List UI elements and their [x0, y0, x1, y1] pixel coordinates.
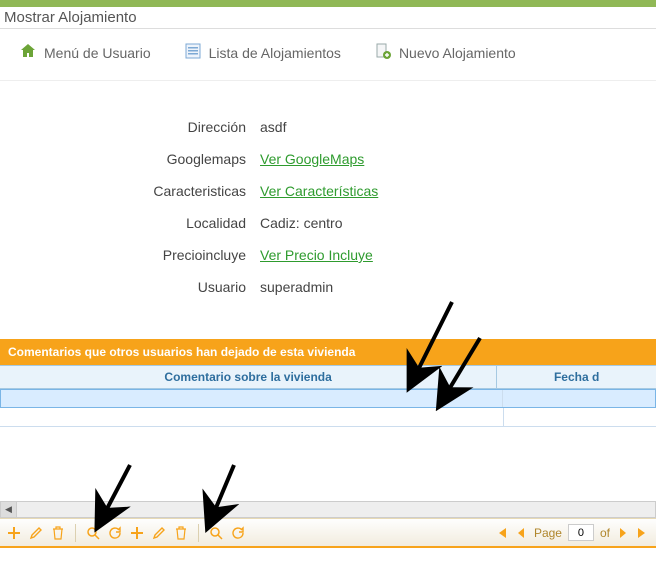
list-icon: [185, 43, 201, 62]
menu-user[interactable]: Menú de Usuario: [20, 43, 151, 62]
localidad-value: Cadiz: centro: [260, 215, 342, 231]
googlemaps-label: Googlemaps: [0, 151, 260, 167]
menu-new-label: Nuevo Alojamiento: [399, 45, 516, 61]
direccion-value: asdf: [260, 119, 286, 135]
scroll-left-arrow-icon[interactable]: ◀: [1, 502, 17, 517]
caracteristicas-label: Caracteristicas: [0, 183, 260, 199]
pager-page-label: Page: [534, 526, 562, 540]
pager-of-label: of: [600, 526, 610, 540]
menu-user-label: Menú de Usuario: [44, 45, 151, 61]
grid-row[interactable]: [0, 408, 656, 427]
delete-button-2[interactable]: [173, 525, 189, 541]
menu-list[interactable]: Lista de Alojamientos: [185, 43, 341, 62]
pager: Page of: [494, 524, 650, 541]
usuario-label: Usuario: [0, 279, 260, 295]
home-icon: [20, 43, 36, 62]
toolbar-separator: [198, 524, 199, 542]
grid-toolbar: Page of: [0, 518, 656, 546]
grid-cell-comment: [1, 390, 503, 407]
refresh-button-2[interactable]: [230, 525, 246, 541]
menu-new[interactable]: Nuevo Alojamiento: [375, 43, 516, 62]
delete-button[interactable]: [50, 525, 66, 541]
pager-next-icon[interactable]: [616, 526, 630, 540]
grid-row[interactable]: [0, 389, 656, 408]
googlemaps-link[interactable]: Ver GoogleMaps: [260, 151, 364, 167]
usuario-value: superadmin: [260, 279, 333, 295]
precioincluye-label: Precioincluye: [0, 247, 260, 263]
pager-last-icon[interactable]: [636, 526, 650, 540]
horizontal-scrollbar[interactable]: ◀: [0, 501, 656, 518]
bottom-accent: [0, 546, 656, 548]
refresh-button[interactable]: [107, 525, 123, 541]
search-button-2[interactable]: [208, 525, 224, 541]
grid-header-date[interactable]: Fecha d: [497, 366, 656, 388]
details-panel: Dirección asdf Googlemaps Ver GoogleMaps…: [0, 81, 656, 333]
page-title: Mostrar Alojamiento: [0, 7, 656, 29]
toolbar-separator: [75, 524, 76, 542]
grid-title: Comentarios que otros usuarios han dejad…: [0, 339, 656, 365]
pager-first-icon[interactable]: [494, 526, 508, 540]
caracteristicas-link[interactable]: Ver Características: [260, 183, 378, 199]
grid-cell-date: [504, 408, 656, 426]
document-plus-icon: [375, 43, 391, 62]
edit-button-2[interactable]: [151, 525, 167, 541]
pager-prev-icon[interactable]: [514, 526, 528, 540]
top-accent-bar: [0, 0, 656, 7]
localidad-label: Localidad: [0, 215, 260, 231]
search-button[interactable]: [85, 525, 101, 541]
menu-bar: Menú de Usuario Lista de Alojamientos Nu…: [0, 29, 656, 81]
add-button-2[interactable]: [129, 525, 145, 541]
edit-button[interactable]: [28, 525, 44, 541]
add-button[interactable]: [6, 525, 22, 541]
precioincluye-link[interactable]: Ver Precio Incluye: [260, 247, 373, 263]
grid-cell-date: [503, 390, 655, 407]
grid-cell-comment: [0, 408, 504, 426]
grid-body: [0, 389, 656, 427]
grid-header-comment[interactable]: Comentario sobre la vivienda: [0, 366, 497, 388]
grid-header: Comentario sobre la vivienda Fecha d: [0, 365, 656, 389]
direccion-label: Dirección: [0, 119, 260, 135]
comments-grid: Comentarios que otros usuarios han dejad…: [0, 339, 656, 548]
pager-page-input[interactable]: [568, 524, 594, 541]
menu-list-label: Lista de Alojamientos: [209, 45, 341, 61]
